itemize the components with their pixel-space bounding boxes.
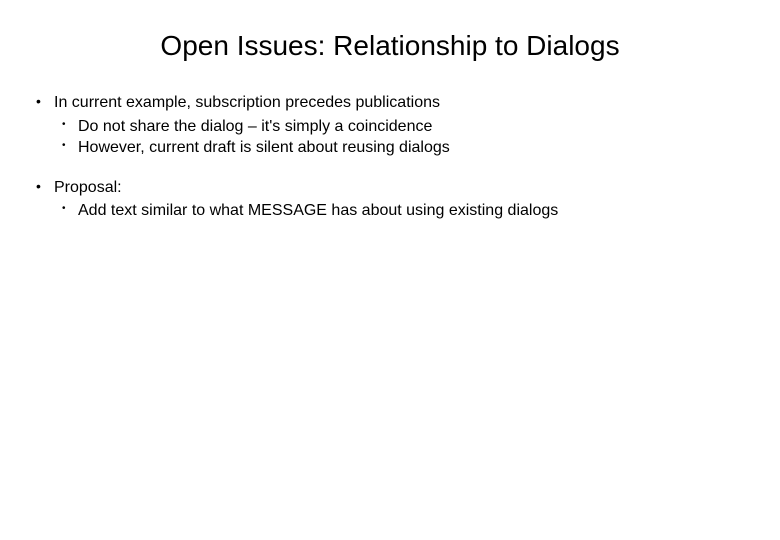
list-item: However, current draft is silent about r… (54, 137, 750, 159)
bullet-text: In current example, subscription precede… (54, 94, 440, 111)
bullet-text: Proposal: (54, 179, 122, 196)
sub-bullet-list: Add text similar to what MESSAGE has abo… (54, 200, 750, 222)
list-item: Do not share the dialog – it's simply a … (54, 116, 750, 138)
sub-bullet-list: Do not share the dialog – it's simply a … (54, 116, 750, 159)
bullet-text: However, current draft is silent about r… (78, 139, 450, 156)
list-item: In current example, subscription precede… (30, 92, 750, 159)
bullet-list: In current example, subscription precede… (30, 92, 750, 222)
bullet-text: Do not share the dialog – it's simply a … (78, 118, 432, 135)
slide: Open Issues: Relationship to Dialogs In … (0, 0, 780, 540)
list-item: Add text similar to what MESSAGE has abo… (54, 200, 750, 222)
bullet-text: Add text similar to what MESSAGE has abo… (78, 202, 558, 219)
slide-title: Open Issues: Relationship to Dialogs (30, 30, 750, 62)
list-item: Proposal: Add text similar to what MESSA… (30, 177, 750, 222)
